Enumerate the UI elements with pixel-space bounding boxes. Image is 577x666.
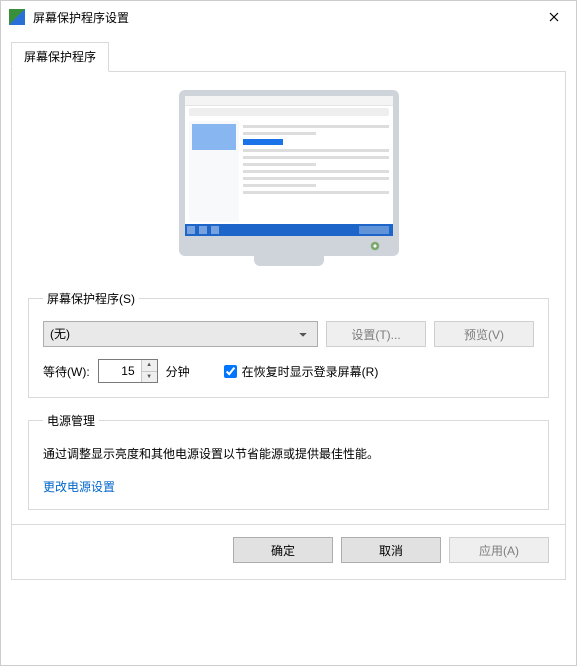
power-description: 通过调整显示亮度和其他电源设置以节省能源或提供最佳性能。 bbox=[43, 445, 534, 462]
wait-spinbox[interactable]: ▲ ▼ bbox=[98, 359, 158, 383]
window-titlebar: 屏幕保护程序设置 bbox=[1, 1, 576, 33]
close-button[interactable] bbox=[531, 2, 576, 32]
app-icon bbox=[9, 9, 25, 25]
screensaver-group: 屏幕保护程序(S) (无) 设置(T)... 预览(V) 等待(W): ▲ ▼ … bbox=[28, 290, 549, 398]
wait-input[interactable] bbox=[99, 360, 141, 382]
power-group: 电源管理 通过调整显示亮度和其他电源设置以节省能源或提供最佳性能。 更改电源设置 bbox=[28, 412, 549, 510]
wait-unit: 分钟 bbox=[166, 363, 190, 380]
screensaver-preview bbox=[179, 90, 399, 266]
monitor-frame bbox=[179, 90, 399, 256]
tab-strip: 屏幕保护程序 bbox=[11, 41, 566, 72]
power-settings-link[interactable]: 更改电源设置 bbox=[43, 480, 115, 494]
tab-content: 屏幕保护程序(S) (无) 设置(T)... 预览(V) 等待(W): ▲ ▼ … bbox=[11, 72, 566, 580]
monitor-stand bbox=[254, 256, 324, 266]
wait-label: 等待(W): bbox=[43, 363, 90, 380]
preview-button[interactable]: 预览(V) bbox=[434, 321, 534, 347]
resume-checkbox[interactable] bbox=[224, 365, 237, 378]
screensaver-select[interactable]: (无) bbox=[43, 321, 318, 347]
settings-button[interactable]: 设置(T)... bbox=[326, 321, 426, 347]
close-icon bbox=[549, 12, 559, 22]
power-group-label: 电源管理 bbox=[43, 412, 99, 429]
resume-label-text: 在恢复时显示登录屏幕(R) bbox=[242, 363, 379, 380]
apply-button[interactable]: 应用(A) bbox=[449, 537, 549, 563]
tab-screensaver[interactable]: 屏幕保护程序 bbox=[11, 42, 109, 72]
window-title: 屏幕保护程序设置 bbox=[33, 9, 531, 26]
dialog-footer: 确定 取消 应用(A) bbox=[12, 524, 565, 579]
resume-checkbox-label[interactable]: 在恢复时显示登录屏幕(R) bbox=[224, 363, 379, 380]
wait-spin-buttons[interactable]: ▲ ▼ bbox=[141, 360, 157, 382]
cancel-button[interactable]: 取消 bbox=[341, 537, 441, 563]
chevron-down-icon[interactable]: ▼ bbox=[142, 372, 157, 383]
ok-button[interactable]: 确定 bbox=[233, 537, 333, 563]
monitor-screen bbox=[185, 96, 393, 236]
chevron-up-icon[interactable]: ▲ bbox=[142, 360, 157, 372]
screensaver-group-label: 屏幕保护程序(S) bbox=[43, 290, 139, 307]
